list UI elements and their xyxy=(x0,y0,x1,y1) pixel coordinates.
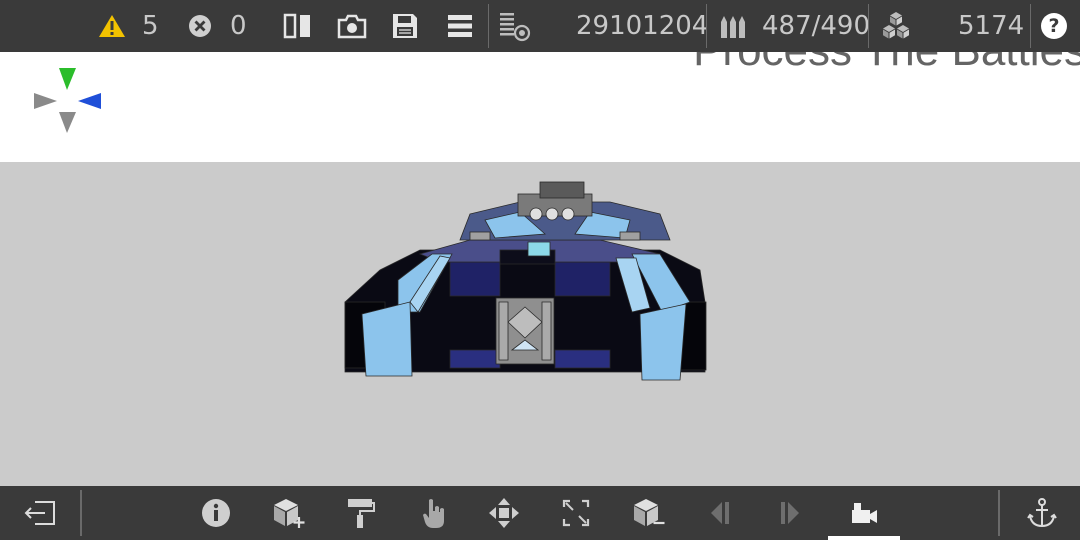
ammo-indicator: 487/490 xyxy=(718,0,870,52)
separator xyxy=(868,4,869,48)
paint-roller-icon xyxy=(348,499,375,528)
exit-icon xyxy=(24,501,55,525)
ship-model[interactable] xyxy=(0,162,1080,486)
error-indicator[interactable]: 0 xyxy=(188,0,247,52)
move-icon xyxy=(489,498,519,528)
help-glyph: ? xyxy=(1048,15,1060,37)
menu-icon xyxy=(448,15,472,37)
separator xyxy=(706,4,707,48)
remove-block-button[interactable] xyxy=(626,486,670,540)
error-count: 0 xyxy=(230,11,247,41)
camera-mode-icon xyxy=(852,503,877,523)
resize-button[interactable] xyxy=(556,486,596,540)
info-button[interactable] xyxy=(196,486,236,540)
save-icon xyxy=(393,14,417,38)
separator xyxy=(80,490,82,536)
warning-icon xyxy=(99,15,125,37)
remove-block-icon xyxy=(634,499,665,526)
exit-button[interactable] xyxy=(20,486,60,540)
blocks-icon xyxy=(883,12,909,39)
camera-icon xyxy=(337,14,367,39)
build-viewport[interactable] xyxy=(0,162,1080,486)
blocks-indicator: 5174 xyxy=(880,0,1024,52)
symmetry-button[interactable] xyxy=(282,0,314,52)
cost-value: 29101204 xyxy=(576,11,709,41)
anchor-button[interactable] xyxy=(1022,486,1062,540)
save-button[interactable] xyxy=(391,0,419,52)
move-button[interactable] xyxy=(484,486,524,540)
orientation-gizmo-icon[interactable] xyxy=(32,66,104,136)
info-icon xyxy=(202,499,230,527)
bottom-toolbar xyxy=(0,486,1080,540)
add-block-icon xyxy=(274,499,305,528)
cost-icon xyxy=(500,13,531,42)
previous-button[interactable] xyxy=(702,486,738,540)
watermark-text: Process The Battles xyxy=(693,52,1080,76)
select-button[interactable] xyxy=(414,486,454,540)
add-block-button[interactable] xyxy=(266,486,310,540)
camera-mode-button[interactable] xyxy=(844,486,884,540)
resize-icon xyxy=(562,499,590,527)
separator xyxy=(998,490,1000,536)
next-button[interactable] xyxy=(772,486,808,540)
symmetry-icon xyxy=(283,13,310,39)
cost-indicator: 29101204 xyxy=(498,0,708,52)
separator xyxy=(1030,4,1031,48)
warning-indicator[interactable]: 5 xyxy=(98,0,159,52)
screenshot-button[interactable] xyxy=(336,0,368,52)
top-status-bar: 5 0 29101204 487/490 5174 ? xyxy=(0,0,1080,52)
anchor-icon xyxy=(1027,498,1057,528)
warning-count: 5 xyxy=(142,11,159,41)
error-icon xyxy=(189,15,211,37)
previous-icon xyxy=(711,502,729,524)
help-button[interactable]: ? xyxy=(1041,0,1067,52)
hand-pointer-icon xyxy=(423,499,444,528)
sky-area: Process The Battles xyxy=(0,52,1080,162)
paint-button[interactable] xyxy=(340,486,380,540)
menu-button[interactable] xyxy=(446,0,474,52)
next-icon xyxy=(781,502,799,524)
active-tool-indicator xyxy=(828,536,900,540)
ammo-value: 487/490 xyxy=(762,11,871,41)
separator xyxy=(488,4,489,48)
ammo-icon xyxy=(721,16,745,38)
blocks-value: 5174 xyxy=(958,11,1025,41)
help-icon: ? xyxy=(1041,13,1067,39)
